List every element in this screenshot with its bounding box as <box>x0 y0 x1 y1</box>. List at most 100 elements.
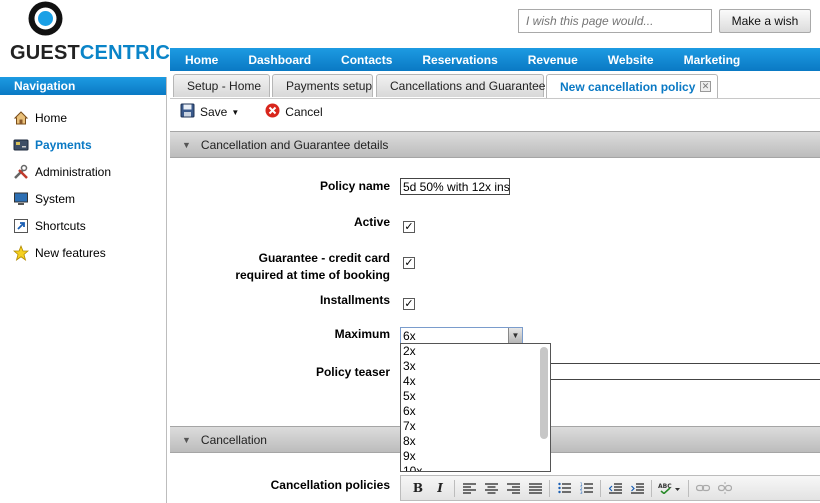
spellcheck-icon[interactable]: ABC <box>655 479 685 497</box>
app-window: GUESTCENTRIC Make a wish Home Dashboard … <box>0 0 820 503</box>
topnav-reservations[interactable]: Reservations <box>407 53 512 67</box>
toolbar-separator <box>600 479 601 497</box>
tab-bar: Setup - Home Payments setup Cancellation… <box>170 74 820 99</box>
shortcut-arrow-icon <box>13 218 29 234</box>
sidebar-list: Home Payments Administration System Shor… <box>0 95 166 266</box>
align-center-icon[interactable] <box>480 479 502 497</box>
topnav-website[interactable]: Website <box>593 53 669 67</box>
dropdown-option[interactable]: 5x <box>401 389 550 404</box>
wish-input[interactable] <box>518 9 712 33</box>
sidebar-item-label: Shortcuts <box>35 218 86 233</box>
bold-button[interactable]: B <box>407 479 429 497</box>
sidebar-item-administration[interactable]: Administration <box>0 158 166 185</box>
numbered-list-icon[interactable]: 123 <box>575 479 597 497</box>
sidebar-item-label: Payments <box>35 137 92 152</box>
dropdown-option[interactable]: 3x <box>401 359 550 374</box>
topnav-revenue[interactable]: Revenue <box>513 53 593 67</box>
section-title: Cancellation and Guarantee details <box>200 137 389 152</box>
active-label: Active <box>353 215 390 229</box>
monitor-icon <box>13 191 29 207</box>
guarantee-checkbox[interactable]: ✓ <box>403 257 415 269</box>
guarantee-label-line2: required at time of booking <box>235 268 390 282</box>
align-left-icon[interactable] <box>458 479 480 497</box>
topnav-marketing[interactable]: Marketing <box>669 53 756 67</box>
topnav-contacts[interactable]: Contacts <box>326 53 407 67</box>
policy-name-input[interactable]: 5d 50% with 12x inst <box>400 178 510 195</box>
sidebar: Navigation Home Payments Administration <box>0 77 167 503</box>
guarantee-label-line1: Guarantee - credit card <box>258 251 390 265</box>
maximum-select[interactable]: 6x ▼ <box>400 327 523 344</box>
top-navigation: Home Dashboard Contacts Reservations Rev… <box>170 48 820 71</box>
maximum-selected-value: 6x <box>401 328 509 343</box>
sidebar-item-home[interactable]: Home <box>0 104 166 131</box>
sidebar-item-system[interactable]: System <box>0 185 166 212</box>
dropdown-option[interactable]: 6x <box>401 404 550 419</box>
sidebar-item-shortcuts[interactable]: Shortcuts <box>0 212 166 239</box>
collapse-triangle-icon: ▼ <box>182 139 191 150</box>
align-justify-icon[interactable] <box>524 479 546 497</box>
collapse-triangle-icon: ▼ <box>182 434 191 445</box>
star-icon <box>13 244 29 261</box>
toolbar-separator <box>688 479 689 497</box>
logo[interactable]: GUESTCENTRIC <box>0 0 171 75</box>
cancel-label: Cancel <box>285 105 323 119</box>
sidebar-item-label: Home <box>35 110 68 125</box>
bulleted-list-icon[interactable] <box>553 479 575 497</box>
topnav-dashboard[interactable]: Dashboard <box>233 53 326 67</box>
italic-button[interactable]: I <box>429 479 451 497</box>
dropdown-option[interactable]: 7x <box>401 419 550 434</box>
tab-label: New cancellation policy <box>560 80 696 94</box>
policy-teaser-input[interactable] <box>545 363 820 380</box>
dropdown-option[interactable]: 8x <box>401 434 550 449</box>
save-button[interactable]: Save ▼ <box>180 103 239 121</box>
cancel-button[interactable]: Cancel <box>265 103 323 121</box>
unlink-icon[interactable] <box>714 479 736 497</box>
link-icon[interactable] <box>692 479 714 497</box>
dropdown-option[interactable]: 10x <box>401 464 550 471</box>
installments-label: Installments <box>319 293 390 307</box>
sidebar-item-payments[interactable]: Payments <box>0 131 166 158</box>
installments-checkbox[interactable]: ✓ <box>403 298 415 310</box>
sidebar-item-label: Administration <box>35 164 112 179</box>
indent-icon[interactable] <box>626 479 648 497</box>
section-header-details[interactable]: ▼ Cancellation and Guarantee details <box>170 131 820 158</box>
align-right-icon[interactable] <box>502 479 524 497</box>
dropdown-option[interactable]: 2x <box>401 344 550 359</box>
cancel-icon <box>265 103 280 121</box>
toolbar-separator <box>549 479 550 497</box>
active-checkbox[interactable]: ✓ <box>403 221 415 233</box>
policy-teaser-label: Policy teaser <box>315 365 390 379</box>
house-icon <box>13 110 29 126</box>
sidebar-item-label: System <box>35 191 76 206</box>
maximum-dropdown-list: 2x 3x 4x 5x 6x 7x 8x 9x 10x <box>400 343 551 472</box>
sidebar-item-label: New features <box>35 245 106 260</box>
tab-payments-setup[interactable]: Payments setup <box>272 74 373 97</box>
chevron-down-icon[interactable]: ▼ <box>231 108 239 117</box>
tab-new-cancellation-policy[interactable]: New cancellation policy ✕ <box>546 74 718 99</box>
guarantee-label: Guarantee - credit card required at time… <box>160 250 390 284</box>
topnav-home[interactable]: Home <box>170 53 233 67</box>
section-title: Cancellation <box>200 432 267 447</box>
tab-cancellations-guarantee[interactable]: Cancellations and Guarantee <box>376 74 545 97</box>
floppy-disk-icon <box>180 103 195 121</box>
rich-text-toolbar: B I 123 ABC <box>400 475 820 501</box>
outdent-icon[interactable] <box>604 479 626 497</box>
dropdown-option[interactable]: 4x <box>401 374 550 389</box>
svg-text:3: 3 <box>580 490 583 494</box>
dropdown-scrollbar[interactable] <box>540 347 548 439</box>
sidebar-header: Navigation <box>0 77 166 95</box>
save-label: Save <box>200 105 228 119</box>
chevron-down-icon[interactable]: ▼ <box>508 328 522 343</box>
card-icon <box>13 137 29 153</box>
toolbar-separator <box>651 479 652 497</box>
tab-setup-home[interactable]: Setup - Home <box>173 74 270 97</box>
policy-name-label: Policy name <box>319 179 390 193</box>
tools-icon <box>13 164 29 180</box>
toolbar: Save ▼ Cancel <box>170 98 820 125</box>
sidebar-item-new-features[interactable]: New features <box>0 239 166 266</box>
close-icon[interactable]: ✕ <box>700 81 711 92</box>
maximum-label: Maximum <box>334 327 390 341</box>
dropdown-option[interactable]: 9x <box>401 449 550 464</box>
make-a-wish-button[interactable]: Make a wish <box>719 9 811 33</box>
logo-text: GUESTCENTRIC <box>10 42 171 64</box>
